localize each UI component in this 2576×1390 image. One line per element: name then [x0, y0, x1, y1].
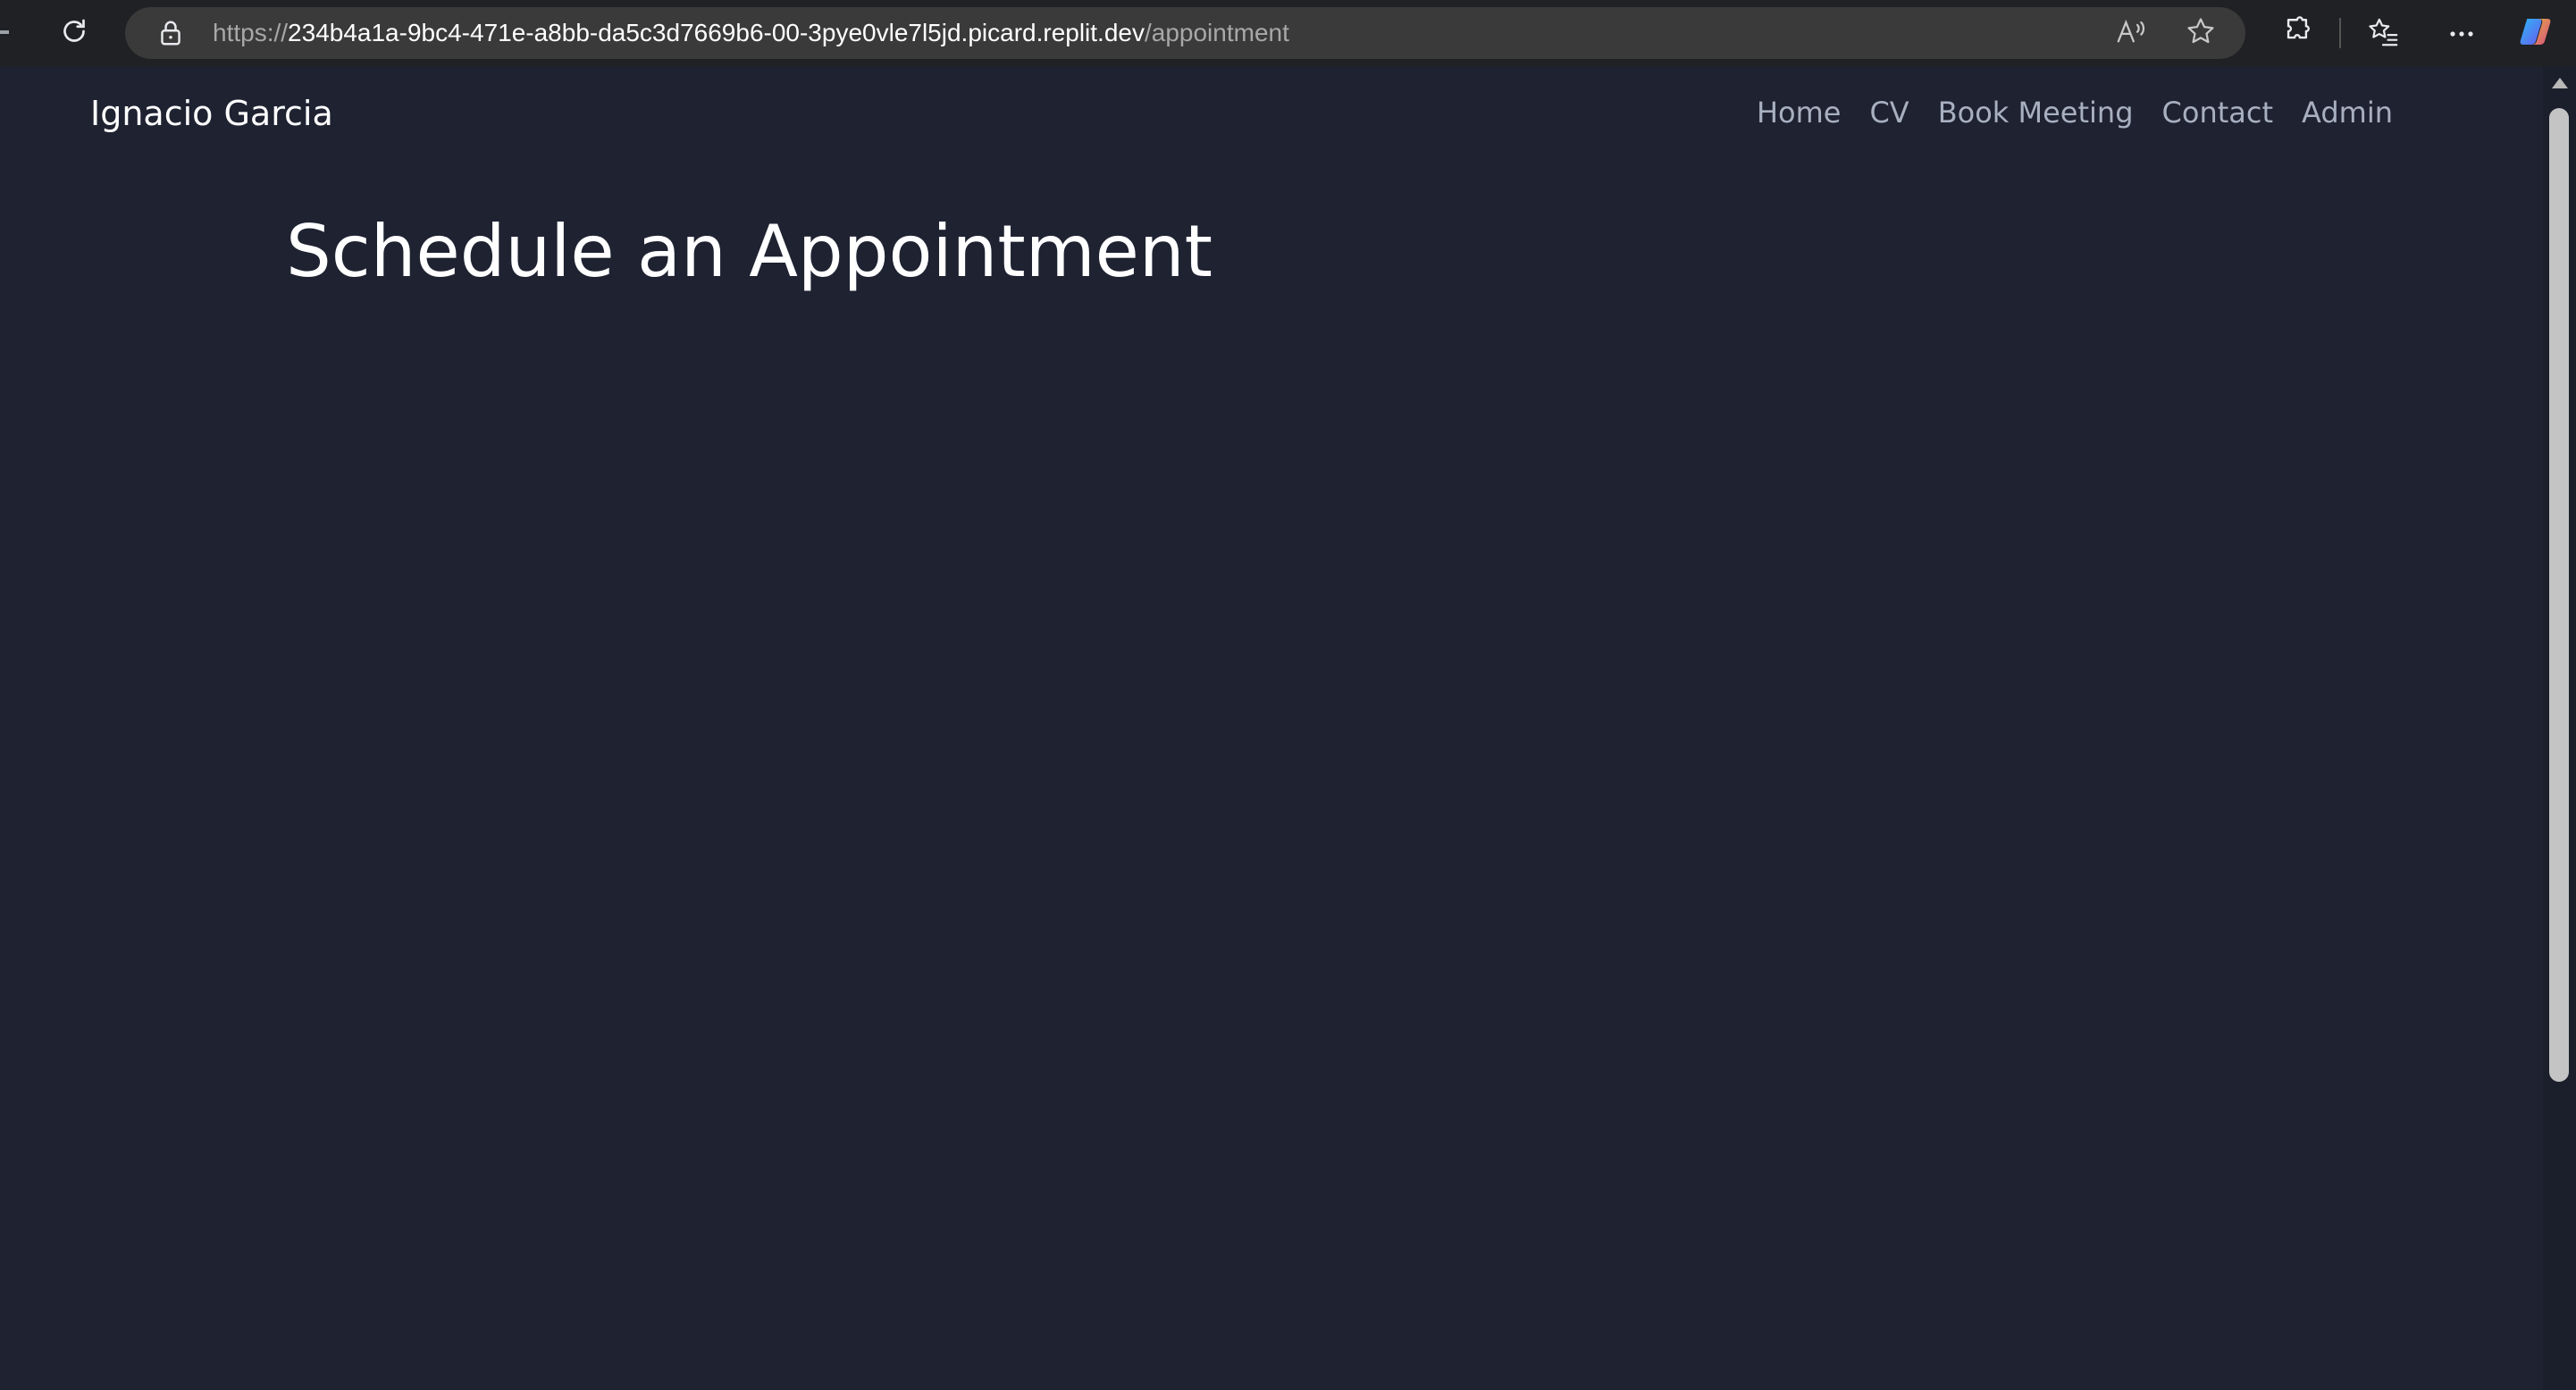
- url-host: 234b4a1a-9bc4-471e-a8bb-da5c3d7669b6-00-…: [288, 19, 1145, 46]
- extensions-button[interactable]: [2278, 14, 2316, 52]
- url-scheme: https://: [213, 19, 289, 46]
- nav-contact[interactable]: Contact: [2162, 96, 2274, 130]
- nav-admin[interactable]: Admin: [2302, 96, 2393, 130]
- page-body: Ignacio Garcia Home CV Book Meeting Cont…: [0, 67, 2543, 1390]
- lock-icon[interactable]: [155, 18, 186, 48]
- more-options-button[interactable]: [2443, 14, 2480, 52]
- nav-cv[interactable]: CV: [1869, 96, 1909, 130]
- copilot-icon: [2517, 12, 2556, 54]
- read-aloud-icon: [2116, 18, 2146, 48]
- reload-button[interactable]: [54, 13, 95, 54]
- favorite-button[interactable]: [2182, 14, 2219, 52]
- toolbar-separator: [2339, 18, 2341, 48]
- scrollbar-thumb[interactable]: [2549, 108, 2569, 1082]
- reload-icon: [58, 15, 90, 51]
- nav-book-meeting[interactable]: Book Meeting: [1938, 96, 2134, 130]
- page-title: Schedule an Appointment: [286, 210, 1212, 293]
- copilot-button[interactable]: [2518, 14, 2555, 52]
- favorites-list-icon: [2367, 16, 2399, 50]
- main-nav: Home CV Book Meeting Contact Admin: [1757, 96, 2393, 130]
- site-brand[interactable]: Ignacio Garcia: [90, 94, 333, 133]
- browser-toolbar: https://234b4a1a-9bc4-471e-a8bb-da5c3d76…: [0, 0, 2576, 67]
- nav-home[interactable]: Home: [1757, 96, 1842, 130]
- url-path: /appointment: [1144, 19, 1289, 46]
- url-text[interactable]: https://234b4a1a-9bc4-471e-a8bb-da5c3d76…: [213, 18, 1289, 48]
- vertical-scrollbar[interactable]: [2543, 67, 2576, 1390]
- favorites-button[interactable]: [2364, 14, 2402, 52]
- favorite-star-icon: [2186, 16, 2216, 50]
- read-aloud-button[interactable]: [2112, 14, 2150, 52]
- extensions-icon: [2282, 16, 2312, 50]
- more-options-icon: [2448, 25, 2475, 42]
- back-button-edge[interactable]: [0, 30, 9, 34]
- scroll-up-arrow-icon[interactable]: [2552, 78, 2568, 88]
